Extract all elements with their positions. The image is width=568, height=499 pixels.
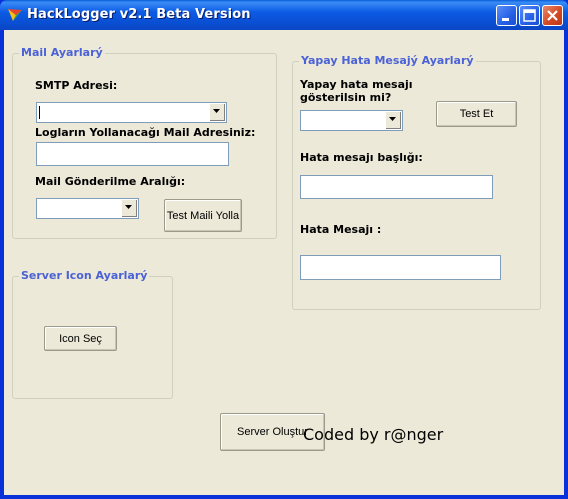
minimize-button[interactable] [496,5,517,26]
send-interval-label: Mail Gönderilme Aralığı: [35,175,186,188]
title-bar[interactable]: HackLogger v2.1 Beta Version [0,0,568,30]
show-error-combo[interactable] [300,110,403,131]
maximize-button[interactable] [519,5,540,26]
maximize-icon [523,9,536,22]
smtp-address-combo[interactable] [36,102,227,123]
send-interval-combo[interactable] [36,198,139,219]
show-error-label-line2: gösterilsin mi? [300,91,392,104]
mail-settings-legend: Mail Ayarlarý [19,46,105,59]
close-icon [547,10,558,21]
chevron-down-icon [213,109,220,113]
chevron-down-icon [125,205,132,209]
client-area: Mail Ayarlarý SMTP Adresi: Logların Yoll… [4,30,564,495]
error-message-field[interactable] [300,255,501,280]
app-icon [7,7,23,23]
show-error-label-line1: Yapay hata mesajı [300,78,413,91]
recipient-email-field[interactable] [36,142,229,166]
close-button[interactable] [542,5,563,26]
application-window: HackLogger v2.1 Beta Version Mail Ayarla… [0,0,568,499]
test-error-button[interactable]: Test Et [436,101,517,127]
minimize-icon [502,18,509,21]
recipient-email-label: Logların Yollanacağı Mail Adresiniz: [35,126,256,139]
select-icon-button[interactable]: Icon Seç [44,326,117,351]
show-error-dropdown-button[interactable] [385,112,401,129]
chevron-down-icon [389,117,396,121]
interval-dropdown-button[interactable] [121,200,137,217]
credit-text: Coded by r@nger [303,425,444,444]
smtp-dropdown-button[interactable] [209,104,225,121]
error-title-label: Hata mesajı başlığı: [300,151,423,164]
server-icon-legend: Server Icon Ayarlarý [19,269,150,282]
text-caret [39,106,40,119]
error-message-label: Hata Mesajı : [300,223,382,236]
error-title-field[interactable] [300,175,493,199]
window-title: HackLogger v2.1 Beta Version [27,7,251,22]
smtp-label: SMTP Adresi: [35,79,118,92]
fake-error-legend: Yapay Hata Mesajý Ayarlarý [299,54,476,67]
send-test-mail-button[interactable]: Test Maili Yolla [164,199,242,232]
